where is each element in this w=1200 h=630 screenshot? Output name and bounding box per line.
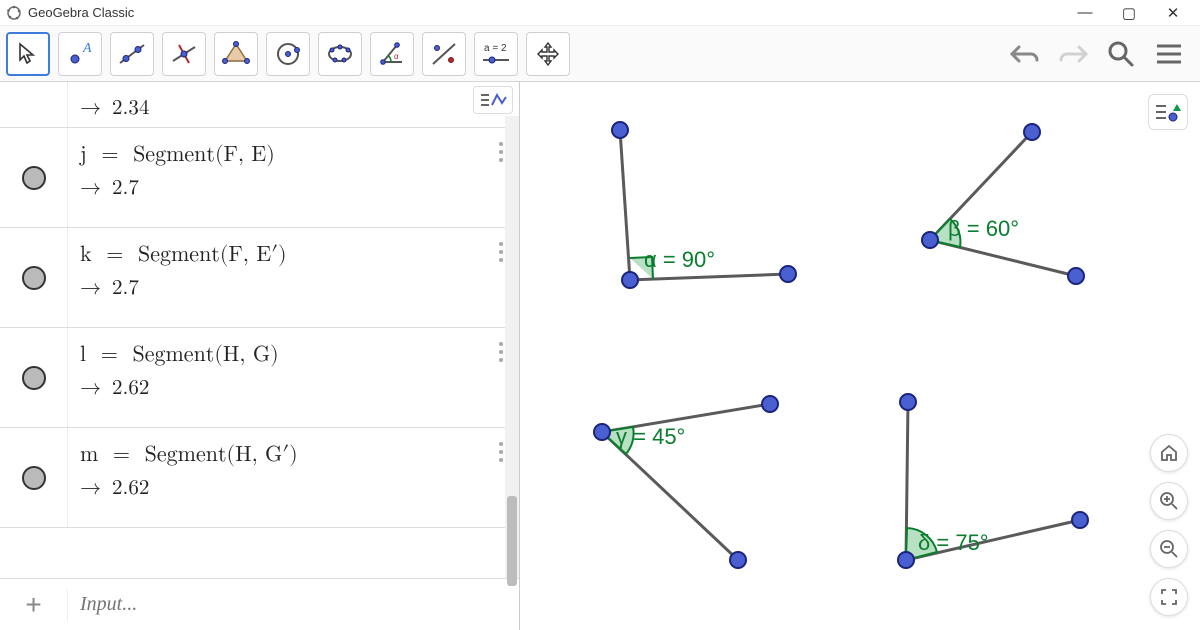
menu-button[interactable] <box>1152 37 1186 71</box>
row-menu-button[interactable] <box>499 242 503 262</box>
app-icon <box>6 5 22 21</box>
angle-delta[interactable]: δ = 75° <box>898 394 1088 568</box>
svg-text:A: A <box>82 41 92 56</box>
reflect-tool[interactable] <box>422 32 466 76</box>
angle-gamma[interactable]: γ = 45° <box>594 396 778 568</box>
visibility-toggle[interactable] <box>22 166 46 190</box>
algebra-row-l[interactable]: l = Segment(H, G) → 2.62 <box>0 328 519 428</box>
conic-tool[interactable] <box>318 32 362 76</box>
result-arrow-icon: → <box>80 478 112 499</box>
result-arrow-icon: → <box>80 278 112 299</box>
visibility-toggle[interactable] <box>22 466 46 490</box>
obj-name: j <box>80 144 87 166</box>
polygon-tool[interactable] <box>214 32 258 76</box>
undo-button[interactable] <box>1008 37 1042 71</box>
visibility-toggle[interactable] <box>22 366 46 390</box>
algebra-input[interactable] <box>68 593 519 616</box>
algebra-row-j[interactable]: j = Segment(F, E) → 2.7 <box>0 128 519 228</box>
algebra-list[interactable]: → 2.34 j = Segment(F, E) → 2.7 k = Segme… <box>0 82 519 578</box>
add-input-button[interactable]: + <box>0 589 68 621</box>
algebra-row-m[interactable]: m = Segment(H, G′) → 2.62 <box>0 428 519 528</box>
maximize-button[interactable]: ▢ <box>1116 4 1142 22</box>
redo-button[interactable] <box>1056 37 1090 71</box>
result-arrow-icon: → <box>80 178 112 199</box>
algebra-row-prev[interactable]: → 2.34 <box>0 82 519 128</box>
algebra-pane: → 2.34 j = Segment(F, E) → 2.7 k = Segme… <box>0 82 520 630</box>
algebra-scrollbar[interactable] <box>505 116 519 578</box>
result-value: 2.7 <box>112 178 139 199</box>
angle-tool[interactable]: α <box>370 32 414 76</box>
result-value: 2.7 <box>112 278 139 299</box>
obj-def: Segment(H, G′) <box>145 444 298 466</box>
close-button[interactable]: ✕ <box>1160 4 1186 22</box>
slider-tool[interactable]: a = 2 <box>474 32 518 76</box>
algebra-row-k[interactable]: k = Segment(F, E′) → 2.7 <box>0 228 519 328</box>
input-row: + <box>0 578 519 630</box>
obj-def: Segment(H, G) <box>132 344 278 366</box>
point-tool[interactable]: A <box>58 32 102 76</box>
row-menu-button[interactable] <box>499 342 503 362</box>
graphics-pane[interactable]: α = 90° β = 60° γ = 45° <box>520 82 1200 630</box>
svg-text:δ = 75°: δ = 75° <box>918 530 989 555</box>
result-arrow-icon: → <box>80 378 112 399</box>
titlebar: GeoGebra Classic — ▢ ✕ <box>0 0 1200 26</box>
result-arrow-icon: → <box>80 98 112 119</box>
move-graphics-tool[interactable] <box>526 32 570 76</box>
fullscreen-button[interactable] <box>1150 578 1188 616</box>
circle-tool[interactable] <box>266 32 310 76</box>
svg-text:a = 2: a = 2 <box>484 43 507 54</box>
zoom-in-button[interactable] <box>1150 482 1188 520</box>
content-area: → 2.34 j = Segment(F, E) → 2.7 k = Segme… <box>0 82 1200 630</box>
obj-def: Segment(F, E′) <box>138 244 287 266</box>
result-value: 2.62 <box>112 478 149 499</box>
algebra-view-toggle[interactable] <box>473 86 513 114</box>
perpendicular-tool[interactable] <box>162 32 206 76</box>
graphics-canvas[interactable]: α = 90° β = 60° γ = 45° <box>520 82 1200 630</box>
row-menu-button[interactable] <box>499 142 503 162</box>
svg-text:γ = 45°: γ = 45° <box>616 424 685 449</box>
line-tool[interactable] <box>110 32 154 76</box>
search-button[interactable] <box>1104 37 1138 71</box>
result-value: 2.62 <box>112 378 149 399</box>
app-title: GeoGebra Classic <box>28 5 134 20</box>
svg-text:α: α <box>394 52 399 61</box>
obj-name: m <box>80 444 98 466</box>
minimize-button[interactable]: — <box>1072 4 1098 22</box>
svg-text:β = 60°: β = 60° <box>948 216 1019 241</box>
toolbar: A α a = 2 <box>0 26 1200 82</box>
visibility-toggle[interactable] <box>22 266 46 290</box>
obj-name: l <box>80 344 86 366</box>
angle-beta[interactable]: β = 60° <box>922 124 1084 284</box>
move-tool[interactable] <box>6 32 50 76</box>
obj-def: Segment(F, E) <box>133 144 275 166</box>
row-menu-button[interactable] <box>499 442 503 462</box>
graphics-style-button[interactable] <box>1148 94 1188 130</box>
zoom-out-button[interactable] <box>1150 530 1188 568</box>
result-value: 2.34 <box>112 98 149 119</box>
home-button[interactable] <box>1150 434 1188 472</box>
angle-alpha[interactable]: α = 90° <box>612 122 796 288</box>
svg-text:α = 90°: α = 90° <box>644 247 715 272</box>
obj-name: k <box>80 244 92 266</box>
